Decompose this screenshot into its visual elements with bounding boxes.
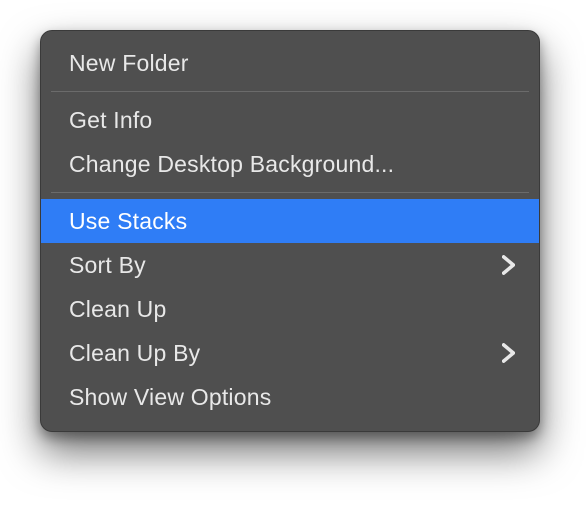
context-menu: New Folder Get Info Change Desktop Backg… bbox=[40, 30, 540, 432]
menu-item-sort-by[interactable]: Sort By bbox=[41, 243, 539, 287]
menu-item-clean-up[interactable]: Clean Up bbox=[41, 287, 539, 331]
chevron-right-icon bbox=[502, 255, 515, 275]
menu-separator bbox=[51, 91, 529, 92]
menu-item-label: Clean Up By bbox=[69, 340, 200, 367]
menu-item-label: Sort By bbox=[69, 252, 146, 279]
chevron-right-icon bbox=[502, 343, 515, 363]
menu-item-change-desktop-background[interactable]: Change Desktop Background... bbox=[41, 142, 539, 186]
menu-item-label: Use Stacks bbox=[69, 208, 187, 235]
menu-item-label: New Folder bbox=[69, 50, 189, 77]
menu-item-label: Get Info bbox=[69, 107, 152, 134]
menu-separator bbox=[51, 192, 529, 193]
menu-item-new-folder[interactable]: New Folder bbox=[41, 41, 539, 85]
menu-item-label: Clean Up bbox=[69, 296, 167, 323]
menu-item-label: Change Desktop Background... bbox=[69, 151, 394, 178]
menu-item-show-view-options[interactable]: Show View Options bbox=[41, 375, 539, 419]
menu-item-label: Show View Options bbox=[69, 384, 271, 411]
menu-item-get-info[interactable]: Get Info bbox=[41, 98, 539, 142]
menu-item-use-stacks[interactable]: Use Stacks bbox=[41, 199, 539, 243]
menu-item-clean-up-by[interactable]: Clean Up By bbox=[41, 331, 539, 375]
